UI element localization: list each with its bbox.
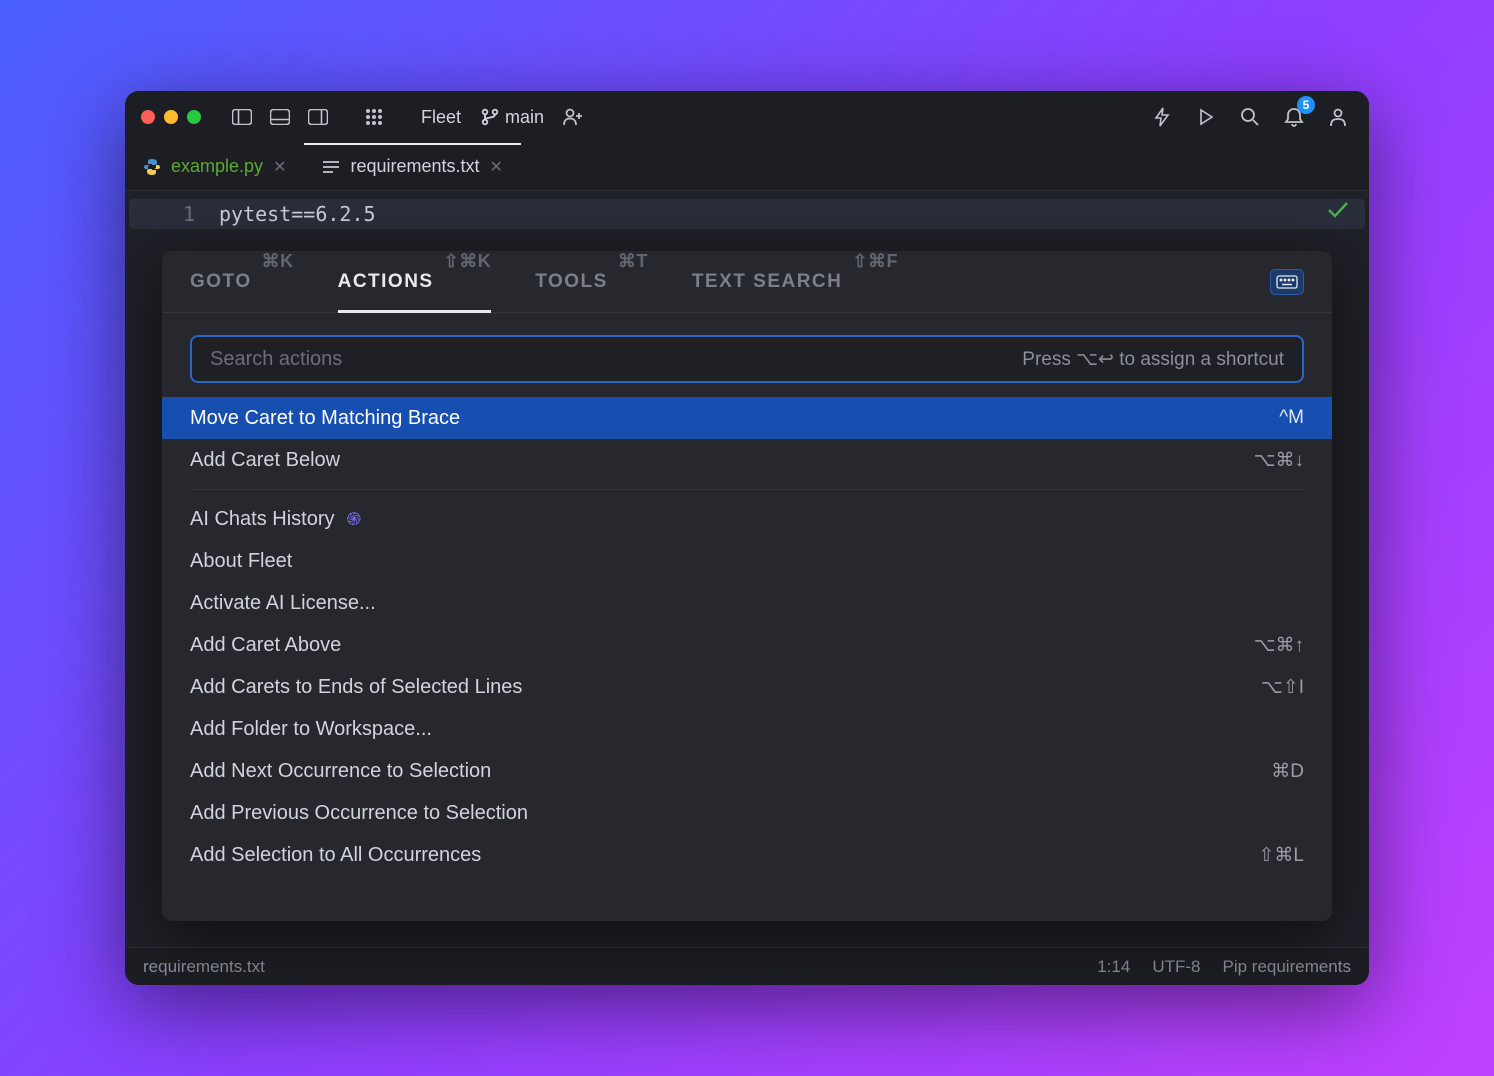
search-input[interactable] [210,348,1022,371]
code-text: pytest==6.2.5 [219,202,376,226]
action-shortcut: ⌘D [1271,760,1304,783]
lines-icon [322,160,340,174]
status-file-type[interactable]: Pip requirements [1222,957,1351,977]
action-item[interactable]: Add Previous Occurrence to Selection [162,792,1332,834]
action-shortcut: ⌥⌘↓ [1254,449,1304,472]
action-item[interactable]: AI Chats History ֍ [162,498,1332,540]
palette-tab-shortcut: ⇧⌘K [444,251,492,272]
palette-tab-shortcut: ⌘K [262,251,294,272]
editor-tabs: example.py ✕ requirements.txt ✕ [125,143,1369,191]
status-position[interactable]: 1:14 [1097,957,1130,977]
action-item[interactable]: Activate AI License... [162,582,1332,624]
action-label: Add Caret Below [190,449,1254,472]
app-window: Fleet main 5 [125,91,1369,985]
code-line: 1 pytest==6.2.5 [129,199,1365,229]
panel-bottom-icon[interactable] [265,102,295,132]
notification-badge: 5 [1297,96,1315,114]
close-icon[interactable]: ✕ [490,157,503,177]
action-label: About Fleet [190,550,1304,573]
panel-right-icon[interactable] [303,102,333,132]
panel-left-icon[interactable] [227,102,257,132]
action-item[interactable]: Add Carets to Ends of Selected Lines ⌥⇧I [162,666,1332,708]
status-encoding[interactable]: UTF-8 [1152,957,1200,977]
palette-tabs: GOTO ⌘K ACTIONS ⇧⌘K TOOLS ⌘T TEXT SEARCH… [162,251,1332,313]
action-item[interactable]: Add Next Occurrence to Selection ⌘D [162,750,1332,792]
action-item[interactable]: Add Caret Above ⌥⌘↑ [162,624,1332,666]
account-icon[interactable] [1323,102,1353,132]
palette-tab-label: TEXT SEARCH [692,271,843,293]
tab-requirements-txt[interactable]: requirements.txt ✕ [304,143,520,190]
palette-tab-tools[interactable]: TOOLS ⌘T [535,251,648,312]
action-label: Add Carets to Ends of Selected Lines [190,676,1261,699]
action-label: Add Next Occurrence to Selection [190,760,1271,783]
action-shortcut: ^M [1279,407,1304,429]
palette-tab-text-search[interactable]: TEXT SEARCH ⇧⌘F [692,251,898,312]
action-item[interactable]: Move Caret to Matching Brace ^M [162,397,1332,439]
palette-tab-label: ACTIONS [338,271,434,293]
search-icon[interactable] [1235,102,1265,132]
tab-label: requirements.txt [350,156,479,177]
action-label: Activate AI License... [190,592,1304,615]
action-item[interactable]: Add Caret Below ⌥⌘↓ [162,439,1332,481]
status-file[interactable]: requirements.txt [143,957,265,977]
palette-tab-shortcut: ⇧⌘F [852,251,898,272]
action-shortcut: ⌥⇧I [1261,676,1304,699]
palette-tab-label: GOTO [190,271,252,293]
spiral-icon: ֍ [346,507,361,531]
window-minimize-button[interactable] [164,110,178,124]
action-label: AI Chats History ֍ [190,507,1304,531]
titlebar: Fleet main 5 [125,91,1369,143]
window-close-button[interactable] [141,110,155,124]
action-label: Add Folder to Workspace... [190,718,1304,741]
git-branch-selector[interactable]: main [475,107,550,128]
run-icon[interactable] [1191,102,1221,132]
palette-tab-shortcut: ⌘T [618,251,648,272]
close-icon[interactable]: ✕ [273,157,286,177]
line-number: 1 [129,202,219,226]
action-shortcut: ⇧⌘L [1259,844,1305,867]
app-name[interactable]: Fleet [415,107,467,128]
action-item[interactable]: About Fleet [162,540,1332,582]
action-label: Add Caret Above [190,634,1254,657]
palette-tab-actions[interactable]: ACTIONS ⇧⌘K [338,251,492,312]
check-icon[interactable] [1327,201,1349,219]
action-list[interactable]: Move Caret to Matching Brace ^M Add Care… [162,393,1332,921]
divider [190,489,1304,490]
notifications-icon[interactable]: 5 [1279,102,1309,132]
action-label: Move Caret to Matching Brace [190,407,1279,430]
command-palette: GOTO ⌘K ACTIONS ⇧⌘K TOOLS ⌘T TEXT SEARCH… [162,251,1332,921]
keyboard-icon[interactable] [1270,269,1304,295]
search-hint: Press ⌥↩ to assign a shortcut [1022,348,1284,371]
palette-tab-label: TOOLS [535,271,608,293]
traffic-lights [141,110,201,124]
action-label: Add Selection to All Occurrences [190,844,1259,867]
apps-grid-icon[interactable] [359,102,389,132]
tab-label: example.py [171,156,263,177]
statusbar: requirements.txt 1:14 UTF-8 Pip requirem… [125,947,1369,985]
add-user-icon[interactable] [558,102,588,132]
palette-tab-goto[interactable]: GOTO ⌘K [190,251,294,312]
lightning-icon[interactable] [1147,102,1177,132]
action-item[interactable]: Add Folder to Workspace... [162,708,1332,750]
search-container: Press ⌥↩ to assign a shortcut [162,313,1332,393]
tab-example-py[interactable]: example.py ✕ [125,143,304,190]
action-label: Add Previous Occurrence to Selection [190,802,1304,825]
branch-name: main [505,107,544,128]
search-box: Press ⌥↩ to assign a shortcut [190,335,1304,383]
action-shortcut: ⌥⌘↑ [1254,634,1304,657]
python-icon [143,158,161,176]
action-item[interactable]: Add Selection to All Occurrences ⇧⌘L [162,834,1332,876]
branch-icon [481,108,499,126]
window-maximize-button[interactable] [187,110,201,124]
